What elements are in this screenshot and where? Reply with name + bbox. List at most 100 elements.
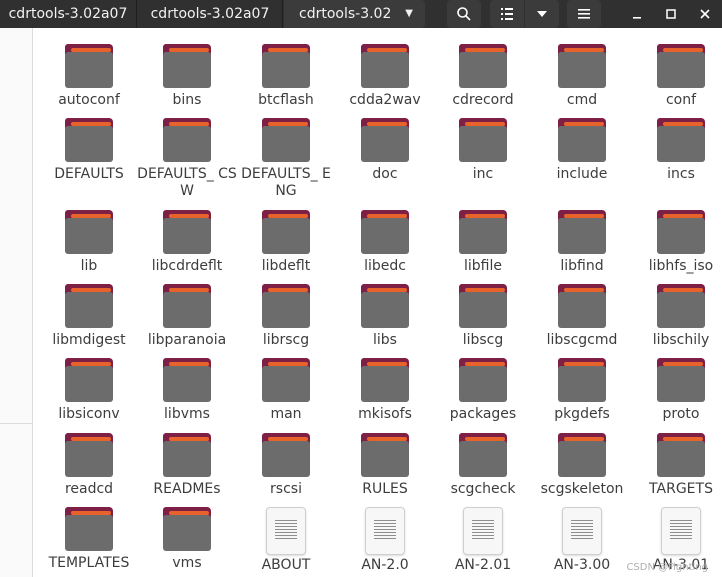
folder-item[interactable]: vms [137, 507, 237, 572]
folder-item[interactable]: inc [433, 118, 533, 183]
folder-item[interactable]: bins [137, 44, 237, 109]
folder-item[interactable]: proto [631, 358, 722, 423]
folder-icon [262, 44, 310, 88]
folder-icon [262, 210, 310, 254]
folder-item[interactable]: mkisofs [335, 358, 435, 423]
dropdown-arrow-icon: ▼ [405, 8, 413, 19]
folder-item[interactable]: DEFAULTS_ CSW [137, 118, 237, 200]
folder-item[interactable]: cmd [532, 44, 632, 109]
folder-item[interactable]: RULES [335, 433, 435, 498]
folder-item[interactable]: conf [631, 44, 722, 109]
item-label: rscsi [270, 481, 302, 497]
minimize-button[interactable] [622, 0, 652, 28]
item-label: scgskeleton [540, 481, 624, 497]
folder-icon [361, 118, 409, 162]
folder-item[interactable]: libvms [137, 358, 237, 423]
text-file-icon [463, 507, 503, 555]
folder-item[interactable]: libs [335, 284, 435, 349]
folder-icon [262, 358, 310, 402]
folder-item[interactable]: libparanoia [137, 284, 237, 349]
folder-item[interactable]: doc [335, 118, 435, 183]
folder-item[interactable]: cdrecord [433, 44, 533, 109]
item-label: pkgdefs [554, 406, 610, 422]
file-item[interactable]: AN-2.01 [433, 507, 533, 574]
folder-icon [65, 284, 113, 328]
folder-item[interactable]: scgcheck [433, 433, 533, 498]
folder-item[interactable]: include [532, 118, 632, 183]
folder-item[interactable]: incs [631, 118, 722, 183]
folder-item[interactable]: rscsi [236, 433, 336, 498]
file-item[interactable]: AN-2.0 [335, 507, 435, 574]
folder-item[interactable]: libfile [433, 210, 533, 275]
folder-item[interactable]: libfind [532, 210, 632, 275]
folder-item[interactable]: libscgcmd [532, 284, 632, 349]
breadcrumb-label: cdrtools-3.02 [299, 6, 392, 22]
folder-item[interactable]: lib [39, 210, 139, 275]
minimize-icon [633, 17, 641, 19]
folder-item[interactable]: libhfs_iso [631, 210, 722, 275]
folder-item[interactable]: TEMPLATES [39, 507, 139, 572]
item-label: libs [373, 332, 397, 348]
maximize-button[interactable] [656, 0, 686, 28]
text-file-icon [562, 507, 602, 555]
item-label: cdrecord [452, 92, 514, 108]
breadcrumb-item[interactable]: cdrtools-3.02a07 [0, 0, 137, 28]
breadcrumb-current[interactable]: cdrtools-3.02 ▼ [284, 0, 425, 28]
maximize-icon [666, 9, 676, 19]
breadcrumb-item[interactable]: cdrtools-3.02a07 [138, 0, 283, 28]
folder-icon [361, 433, 409, 477]
folder-icon [558, 118, 606, 162]
folder-icon [459, 44, 507, 88]
folder-icon [65, 210, 113, 254]
folder-icon [262, 284, 310, 328]
view-options-button[interactable] [525, 0, 559, 28]
view-list-button[interactable] [490, 0, 524, 28]
folder-item[interactable]: pkgdefs [532, 358, 632, 423]
folder-item[interactable]: libsiconv [39, 358, 139, 423]
item-label: cdda2wav [349, 92, 421, 108]
item-label: libdeflt [261, 258, 311, 274]
item-label: libedc [364, 258, 406, 274]
close-icon [700, 9, 710, 19]
sidebar-divider [0, 423, 32, 424]
folder-item[interactable]: btcflash [236, 44, 336, 109]
folder-icon [163, 507, 211, 551]
item-label: bins [172, 92, 202, 108]
item-label: conf [665, 92, 697, 108]
menu-button[interactable] [567, 0, 601, 28]
text-file-icon [661, 507, 701, 555]
folder-item[interactable]: cdda2wav [335, 44, 435, 109]
file-item[interactable]: ABOUT [236, 507, 336, 574]
close-button[interactable] [690, 0, 720, 28]
item-label: autoconf [58, 92, 120, 108]
file-item[interactable]: AN-3.00 [532, 507, 632, 574]
folder-item[interactable]: DEFAULTS_ ENG [236, 118, 336, 200]
folder-item[interactable]: libdeflt [236, 210, 336, 275]
folder-item[interactable]: libedc [335, 210, 435, 275]
folder-item[interactable]: scgskeleton [532, 433, 632, 498]
folder-icon [65, 433, 113, 477]
item-label: libvms [164, 406, 210, 422]
folder-icon [657, 358, 705, 402]
folder-item[interactable]: libmdigest [39, 284, 139, 349]
folder-icon [163, 118, 211, 162]
folder-item[interactable]: autoconf [39, 44, 139, 109]
folder-icon [459, 210, 507, 254]
folder-item[interactable]: packages [433, 358, 533, 423]
text-file-icon [365, 507, 405, 555]
item-label: AN-2.01 [454, 557, 512, 573]
item-label: incs [667, 166, 695, 182]
file-icon-grid: autoconf bins btcflash cdda2wav cdrecord cmd c… [33, 28, 722, 577]
folder-item[interactable]: libcdrdeflt [137, 210, 237, 275]
folder-item[interactable]: libschily [631, 284, 722, 349]
folder-item[interactable]: DEFAULTS [39, 118, 139, 183]
folder-item[interactable]: readcd [39, 433, 139, 498]
folder-item[interactable]: READMEs [137, 433, 237, 498]
folder-item[interactable]: man [236, 358, 336, 423]
search-button[interactable] [447, 0, 481, 28]
item-label: AN-2.0 [361, 557, 409, 573]
folder-item[interactable]: librscg [236, 284, 336, 349]
folder-item[interactable]: libscg [433, 284, 533, 349]
folder-item[interactable]: TARGETS [631, 433, 722, 498]
folder-icon [459, 433, 507, 477]
